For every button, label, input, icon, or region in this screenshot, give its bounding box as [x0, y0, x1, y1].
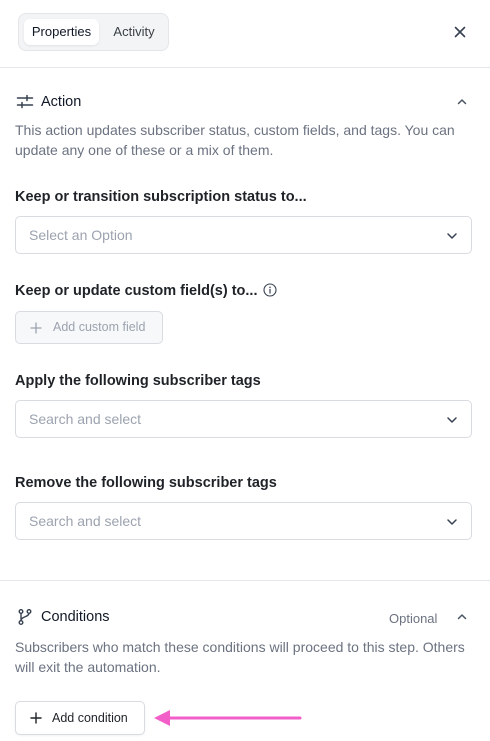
remove-tags-placeholder: Search and select	[29, 513, 142, 529]
add-condition-label: Add condition	[52, 711, 128, 725]
apply-tags-select[interactable]: Search and select	[15, 400, 472, 438]
git-branch-icon	[18, 609, 32, 625]
plus-icon	[30, 322, 42, 334]
tab-switcher: Properties Activity	[18, 13, 169, 51]
tab-activity[interactable]: Activity	[103, 19, 165, 45]
conditions-section-title: Conditions	[41, 609, 110, 625]
add-condition-button[interactable]: Add condition	[15, 701, 145, 735]
remove-tags-select[interactable]: Search and select	[15, 502, 472, 540]
apply-tags-label: Apply the following subscriber tags	[15, 373, 261, 389]
status-label: Keep or transition subscription status t…	[15, 189, 307, 205]
chevron-up-icon[interactable]	[455, 95, 469, 109]
chevron-down-icon	[447, 417, 457, 423]
conditions-description: Subscribers who match these conditions w…	[15, 639, 465, 675]
section-divider	[0, 580, 490, 581]
optional-badge: Optional	[389, 611, 438, 626]
chevron-down-icon	[447, 519, 457, 525]
add-custom-field-button[interactable]: Add custom field	[15, 311, 163, 344]
action-description: This action updates subscriber status, c…	[15, 122, 455, 158]
action-section-title: Action	[41, 94, 82, 110]
header-divider	[0, 67, 490, 68]
plus-icon	[30, 712, 42, 724]
chevron-up-icon[interactable]	[455, 610, 469, 624]
add-custom-field-label: Add custom field	[53, 320, 146, 334]
tab-properties[interactable]: Properties	[24, 19, 99, 45]
chevron-down-icon	[447, 233, 457, 239]
apply-tags-placeholder: Search and select	[29, 411, 142, 427]
info-icon[interactable]	[263, 283, 277, 297]
annotation-arrow	[154, 710, 302, 726]
custom-fields-label: Keep or update custom field(s) to...	[15, 283, 258, 299]
close-icon[interactable]	[450, 22, 470, 42]
remove-tags-label: Remove the following subscriber tags	[15, 475, 277, 491]
status-placeholder: Select an Option	[29, 227, 133, 243]
sliders-icon	[16, 94, 34, 109]
status-select[interactable]: Select an Option	[15, 216, 472, 254]
